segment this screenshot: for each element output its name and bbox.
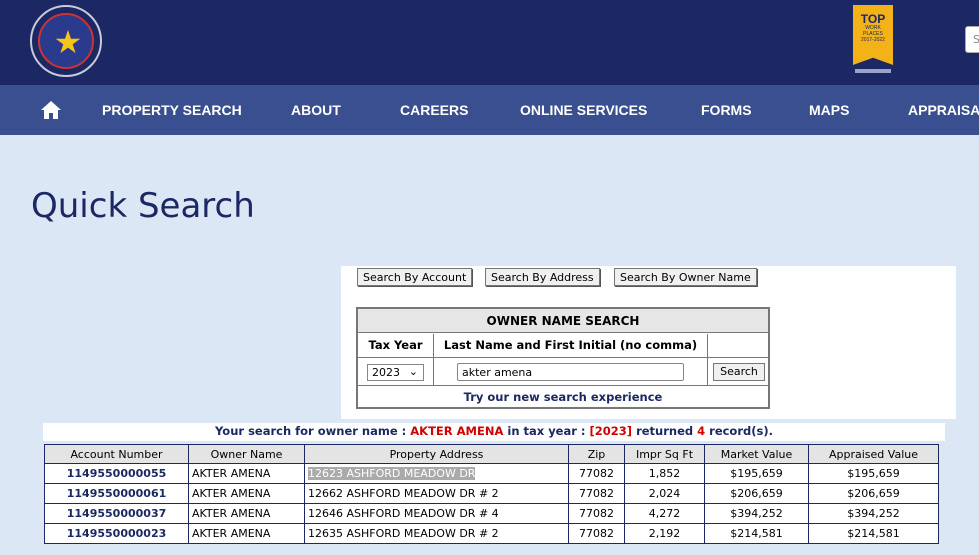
sqft-cell: 2,192 (624, 523, 705, 544)
owner-cell: AKTER AMENA (188, 483, 305, 504)
summary-prefix: Your search for owner name : (215, 424, 411, 438)
appraised-value-cell: $214,581 (808, 523, 939, 544)
badge-title: TOP (860, 12, 886, 26)
account-link[interactable]: 1149550000061 (44, 483, 189, 504)
address-cell: 12623 ASHFORD MEADOW DR (304, 463, 569, 484)
market-value-cell: $206,659 (704, 483, 809, 504)
site-header: ★ TOP WORK PLACES 2017-2022 S (0, 0, 979, 85)
account-link[interactable]: 1149550000055 (44, 463, 189, 484)
name-label: Last Name and First Initial (no comma) (434, 334, 708, 358)
page-title: Quick Search (31, 186, 255, 226)
header-search-input[interactable]: S (965, 26, 979, 53)
market-value-cell: $214,581 (704, 523, 809, 544)
new-search-experience-link[interactable]: Try our new search experience (358, 387, 768, 407)
tax-year-value: 2023 (372, 366, 400, 379)
search-by-account-button[interactable]: Search By Account (357, 268, 473, 286)
summary-mid: in tax year : (503, 424, 590, 438)
tax-year-cell: 2023 ⌄ (358, 358, 434, 386)
button-cell: Search (708, 358, 768, 386)
summary-year: [2023] (589, 424, 633, 438)
zip-cell: 77082 (568, 483, 625, 504)
sqft-cell: 2,024 (624, 483, 705, 504)
nav-about[interactable]: ABOUT (291, 102, 341, 118)
results-table: Account Number Owner Name Property Addre… (44, 444, 939, 544)
summary-owner: AKTER AMENA (410, 424, 504, 438)
owner-search-form: OWNER NAME SEARCH Tax Year Last Name and… (356, 307, 770, 409)
col-owner-name[interactable]: Owner Name (188, 444, 305, 464)
col-account-number[interactable]: Account Number (44, 444, 189, 464)
name-cell: akter amena (434, 358, 708, 386)
summary-count: 4 (697, 424, 706, 438)
result-summary-bar: Your search for owner name : AKTER AMENA… (43, 423, 945, 441)
form-heading: OWNER NAME SEARCH (358, 309, 768, 333)
account-link[interactable]: 1149550000037 (44, 503, 189, 524)
chevron-down-icon: ⌄ (408, 365, 418, 378)
col-impr-sq-ft[interactable]: Impr Sq Ft (624, 444, 705, 464)
appraised-value-cell: $206,659 (808, 483, 939, 504)
market-value-cell: $394,252 (704, 503, 809, 524)
summary-returned: returned (632, 424, 698, 438)
table-header-row: Account Number Owner Name Property Addre… (44, 444, 939, 464)
address-cell: 12646 ASHFORD MEADOW DR # 4 (304, 503, 569, 524)
zip-cell: 77082 (568, 503, 625, 524)
address-cell: 12662 ASHFORD MEADOW DR # 2 (304, 483, 569, 504)
search-by-address-button[interactable]: Search By Address (485, 268, 600, 286)
result-summary: Your search for owner name : AKTER AMENA… (43, 423, 945, 440)
badge-years: 2017-2022 (861, 37, 885, 43)
logo-seal: ★ (38, 13, 94, 69)
address-cell: 12635 ASHFORD MEADOW DR # 2 (304, 523, 569, 544)
col-appraised-value[interactable]: Appraised Value (808, 444, 939, 464)
hcad-logo[interactable]: ★ (30, 5, 102, 77)
col-zip[interactable]: Zip (568, 444, 625, 464)
account-link[interactable]: 1149550000023 (44, 523, 189, 544)
header-spacer (708, 334, 768, 358)
search-by-owner-button[interactable]: Search By Owner Name (614, 268, 757, 286)
sqft-cell: 1,852 (624, 463, 705, 484)
table-row[interactable]: 1149550000055 AKTER AMENA 12623 ASHFORD … (44, 463, 939, 484)
col-property-address[interactable]: Property Address (304, 444, 569, 464)
address-highlight: 12623 ASHFORD MEADOW DR (308, 467, 476, 480)
main-nav: PROPERTY SEARCH ABOUT CAREERS ONLINE SER… (0, 85, 979, 135)
owner-name-input[interactable]: akter amena (457, 363, 684, 381)
top-workplaces-badge: TOP WORK PLACES 2017-2022 (853, 5, 893, 65)
sqft-cell: 4,272 (624, 503, 705, 524)
summary-suffix: record(s). (705, 424, 773, 438)
zip-cell: 77082 (568, 463, 625, 484)
table-row[interactable]: 1149550000061 AKTER AMENA 12662 ASHFORD … (44, 483, 939, 504)
market-value-cell: $195,659 (704, 463, 809, 484)
table-row[interactable]: 1149550000023 AKTER AMENA 12635 ASHFORD … (44, 523, 939, 544)
nav-online-services[interactable]: ONLINE SERVICES (520, 102, 647, 118)
table-row[interactable]: 1149550000037 AKTER AMENA 12646 ASHFORD … (44, 503, 939, 524)
nav-appraisal[interactable]: APPRAISAL (908, 102, 979, 118)
tax-year-label: Tax Year (358, 334, 434, 358)
nav-careers[interactable]: CAREERS (400, 102, 468, 118)
owner-cell: AKTER AMENA (188, 523, 305, 544)
star-icon: ★ (53, 23, 83, 61)
badge-footer (855, 69, 891, 73)
owner-cell: AKTER AMENA (188, 463, 305, 484)
search-panel: Search By Account Search By Address Sear… (341, 266, 956, 419)
home-icon[interactable] (40, 100, 62, 120)
col-market-value[interactable]: Market Value (704, 444, 809, 464)
nav-property-search[interactable]: PROPERTY SEARCH (102, 102, 242, 118)
appraised-value-cell: $394,252 (808, 503, 939, 524)
owner-cell: AKTER AMENA (188, 503, 305, 524)
appraised-value-cell: $195,659 (808, 463, 939, 484)
search-button[interactable]: Search (713, 363, 765, 381)
tax-year-select[interactable]: 2023 ⌄ (367, 364, 424, 381)
zip-cell: 77082 (568, 523, 625, 544)
nav-maps[interactable]: MAPS (809, 102, 849, 118)
nav-forms[interactable]: FORMS (701, 102, 752, 118)
